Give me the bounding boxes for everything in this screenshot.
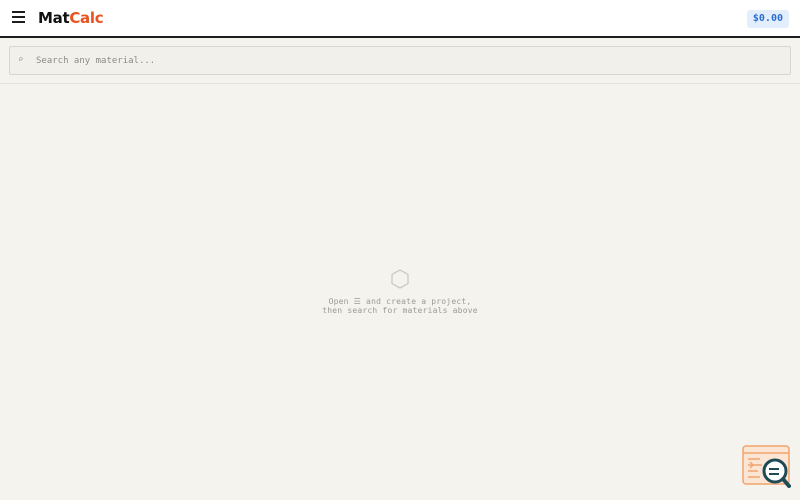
search-bar: ⌕	[9, 46, 791, 75]
logo-part-mat: Mat	[38, 9, 70, 27]
hamburger-icon[interactable]	[12, 8, 28, 26]
code-search-icon	[742, 445, 791, 488]
search-input[interactable]	[36, 51, 776, 71]
app-logo[interactable]: MatCalc	[38, 9, 104, 27]
logo-part-calc: Calc	[69, 9, 104, 27]
cube-icon	[391, 269, 409, 289]
empty-state: Open ☰ and create a project, then search…	[250, 268, 550, 315]
app-header: MatCalc $0.00	[0, 0, 800, 38]
code-search-widget[interactable]	[742, 445, 792, 490]
empty-state-line-1: Open ☰ and create a project,	[328, 297, 472, 306]
divider	[0, 83, 800, 84]
search-icon: ⌕	[18, 55, 24, 65]
total-price-badge[interactable]: $0.00	[746, 10, 789, 28]
empty-state-line-2: then search for materials above	[322, 306, 478, 315]
